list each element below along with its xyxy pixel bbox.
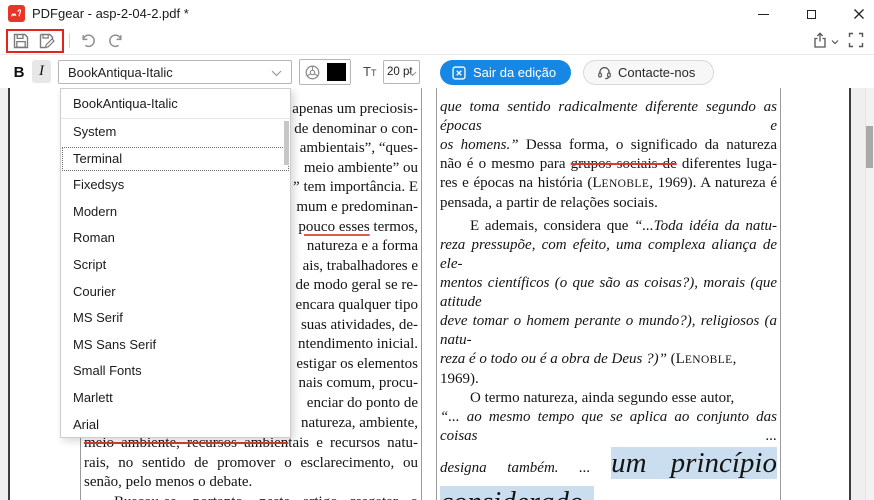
font-dropdown-list: BookAntiqua-Italic System Terminal Fixedsys… bbox=[61, 89, 290, 438]
right-column: que toma sentido radicalmente diferente … bbox=[440, 98, 777, 500]
undo-button[interactable] bbox=[79, 32, 97, 50]
font-size-select[interactable]: 20 pt bbox=[383, 60, 420, 84]
format-toolbar: B I BookAntiqua-Italic TT 20 pt Sair da … bbox=[0, 55, 874, 88]
close-icon bbox=[854, 9, 864, 19]
text-line: pensada, a partir de relações sociais. bbox=[440, 195, 658, 211]
exit-edit-button[interactable]: Sair da edição bbox=[440, 60, 571, 85]
text-line: senão, pelo menos o debate. bbox=[84, 474, 253, 491]
font-size-icon: TT bbox=[363, 64, 377, 79]
font-option-courier[interactable]: Courier bbox=[61, 279, 290, 306]
share-caret-icon[interactable] bbox=[831, 39, 839, 45]
pdfgear-logo-icon bbox=[8, 5, 25, 22]
close-button[interactable] bbox=[842, 0, 874, 28]
text-line: O termo natureza, ainda segundo esse aut… bbox=[470, 390, 735, 406]
font-option-modern[interactable]: Modern bbox=[61, 199, 290, 226]
font-option-arial[interactable]: Arial bbox=[61, 412, 290, 439]
exit-edit-icon bbox=[452, 65, 466, 80]
dropdown-scrollbar-thumb[interactable] bbox=[284, 121, 289, 165]
font-option-roman[interactable]: Roman bbox=[61, 225, 290, 252]
share-button[interactable] bbox=[812, 32, 830, 50]
font-family-combobox[interactable]: BookAntiqua-Italic bbox=[58, 60, 292, 84]
text-line: não é o mesmo para grupos sociais de dif… bbox=[440, 156, 777, 172]
font-option-system[interactable]: System bbox=[61, 119, 290, 146]
pdfgear-window: PDFgear - asp-2-04-2.pdf * B I BookAntiq… bbox=[0, 0, 874, 500]
redo-icon bbox=[109, 34, 122, 48]
font-option-terminal[interactable]: Terminal bbox=[61, 146, 290, 173]
text-line: reza pressupõe, com efeito, uma complexa… bbox=[440, 237, 777, 272]
save-button[interactable] bbox=[12, 32, 30, 50]
minimize-button[interactable] bbox=[746, 0, 780, 28]
font-option-bookantiqua-italic[interactable]: BookAntiqua-Italic bbox=[61, 89, 290, 118]
font-dropdown: BookAntiqua-Italic System Terminal Fixedsys… bbox=[60, 88, 291, 438]
save-icon bbox=[13, 33, 29, 49]
save-as-icon bbox=[39, 33, 55, 49]
fullscreen-icon bbox=[848, 32, 864, 48]
italic-button[interactable]: I bbox=[32, 60, 51, 83]
bold-button[interactable]: B bbox=[9, 61, 29, 83]
document-area: apenas um preciosis-de denominar o con-a… bbox=[0, 88, 874, 500]
toolbar-divider bbox=[69, 33, 70, 48]
font-color-group[interactable] bbox=[299, 59, 351, 85]
contact-us-button[interactable]: Contacte-nos bbox=[583, 60, 714, 85]
text-line: reza é o todo ou é a obra de Deus ?)” (L… bbox=[440, 351, 737, 387]
color-swatch[interactable] bbox=[327, 63, 346, 81]
text-line: mentos científicos (o que são as coisas?… bbox=[440, 275, 777, 310]
font-option-ms-serif[interactable]: MS Serif bbox=[61, 305, 290, 332]
quick-toolbar bbox=[0, 28, 874, 54]
font-family-value: BookAntiqua-Italic bbox=[68, 64, 173, 80]
headset-icon bbox=[598, 67, 611, 80]
maximize-icon bbox=[806, 9, 816, 19]
scrollbar-thumb[interactable] bbox=[866, 126, 873, 168]
vertical-scrollbar[interactable] bbox=[865, 88, 874, 500]
undo-icon bbox=[82, 34, 95, 48]
text-line: E ademais, considera que “...Toda idéia … bbox=[470, 218, 777, 234]
font-option-script[interactable]: Script bbox=[61, 252, 290, 279]
font-option-fixedsys[interactable]: Fixedsys bbox=[61, 172, 290, 199]
exit-edit-label: Sair da edição bbox=[473, 65, 557, 80]
font-option-ms-sans-serif[interactable]: MS Sans Serif bbox=[61, 332, 290, 359]
text-line: Buscou-se, portanto, neste artigo resgat… bbox=[84, 493, 418, 500]
text-line: “... ao mesmo tempo que se aplica ao con… bbox=[440, 409, 777, 444]
redo-button[interactable] bbox=[107, 32, 125, 50]
title-bar: PDFgear - asp-2-04-2.pdf * bbox=[0, 0, 874, 28]
color-wheel-icon bbox=[304, 64, 321, 81]
share-icon bbox=[814, 32, 826, 48]
left-column-bottom: meio ambiente, recursos ambientais e rec… bbox=[84, 434, 418, 500]
fullscreen-button[interactable] bbox=[848, 32, 866, 50]
maximize-button[interactable] bbox=[794, 0, 828, 28]
save-as-button[interactable] bbox=[38, 32, 56, 50]
text-line: considerado produtor do desenvolvimento … bbox=[440, 485, 777, 500]
minimize-icon bbox=[757, 13, 769, 15]
font-option-marlett[interactable]: Marlett bbox=[61, 385, 290, 412]
text-line: designa também. ... um princípio bbox=[440, 447, 777, 479]
text-line: res e épocas na história (LENOBLE, 1969)… bbox=[440, 175, 777, 191]
text-line: deve tomar o homem perante o mundo?), re… bbox=[440, 313, 777, 348]
text-line: que toma sentido radicalmente diferente … bbox=[440, 99, 777, 134]
font-option-small-fonts[interactable]: Small Fonts bbox=[61, 358, 290, 385]
chevron-down-icon bbox=[408, 71, 417, 77]
text-line: os homens.” Dessa forma, o significado d… bbox=[440, 137, 777, 153]
text-line: rais, no sentido de promover o esclareci… bbox=[84, 454, 418, 471]
chevron-down-icon bbox=[271, 70, 282, 77]
window-title: PDFgear - asp-2-04-2.pdf * bbox=[32, 6, 189, 21]
contact-us-label: Contacte-nos bbox=[618, 65, 696, 80]
